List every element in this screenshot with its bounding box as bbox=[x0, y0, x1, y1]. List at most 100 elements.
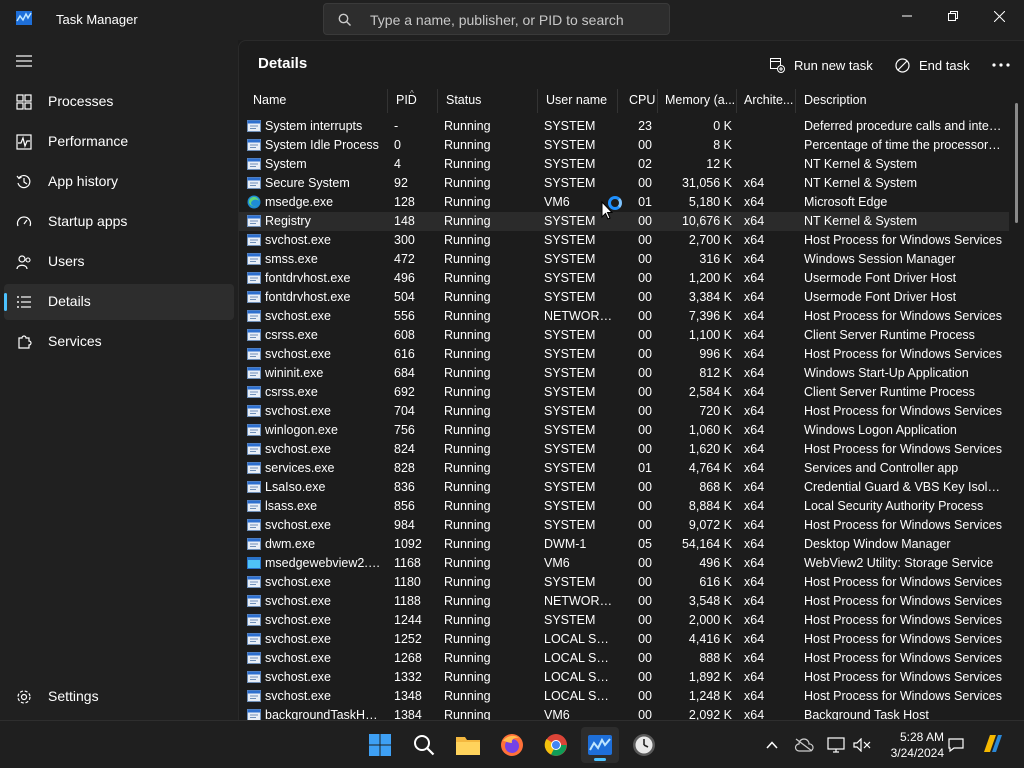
minimize-button[interactable] bbox=[884, 0, 930, 32]
table-row[interactable]: System 4 Running SYSTEM 02 12 K NT Kernel & Sy… bbox=[239, 155, 1009, 174]
taskbar-search-button[interactable] bbox=[405, 727, 443, 763]
run-new-task-button[interactable]: Run new task bbox=[770, 53, 873, 77]
hamburger-menu-icon[interactable] bbox=[16, 54, 32, 68]
taskbar-task-manager[interactable] bbox=[581, 727, 619, 763]
search-placeholder[interactable]: Type a name, publisher, or PID to search bbox=[370, 12, 624, 28]
column-header-memory[interactable]: Memory (a... bbox=[657, 89, 737, 113]
more-options-button[interactable] bbox=[989, 53, 1013, 77]
column-header-name[interactable]: Name bbox=[245, 89, 388, 113]
sidebar-item-details[interactable]: Details bbox=[4, 284, 234, 320]
table-row[interactable]: svchost.exe 1252 Running LOCAL SE... 00 4,416… bbox=[239, 630, 1009, 649]
table-row[interactable]: svchost.exe 824 Running SYSTEM 00 1,620 K x64 H… bbox=[239, 440, 1009, 459]
process-description: Host Process for Windows Services bbox=[804, 518, 1002, 532]
process-status: Running bbox=[444, 480, 491, 494]
process-memory: 9,072 K bbox=[688, 518, 732, 532]
maximize-button[interactable] bbox=[930, 0, 976, 32]
taskbar-firefox[interactable] bbox=[493, 727, 531, 763]
process-description: Desktop Window Manager bbox=[804, 537, 951, 551]
taskbar-chrome[interactable] bbox=[537, 727, 575, 763]
start-button[interactable] bbox=[361, 727, 399, 763]
process-pid: 472 bbox=[394, 252, 415, 266]
process-status: Running bbox=[444, 651, 491, 665]
process-name: Secure System bbox=[265, 176, 350, 190]
column-header-cpu[interactable]: CPU bbox=[621, 89, 658, 113]
task-manager-logo-icon bbox=[16, 11, 32, 25]
table-row[interactable]: csrss.exe 608 Running SYSTEM 00 1,100 K x64 Cli… bbox=[239, 326, 1009, 345]
sidebar-item-label: Performance bbox=[48, 133, 129, 149]
process-status: Running bbox=[444, 366, 491, 380]
table-row[interactable]: svchost.exe 1332 Running LOCAL SE... 00 1,892… bbox=[239, 668, 1009, 687]
table-row[interactable]: services.exe 828 Running SYSTEM 01 4,764 K x64… bbox=[239, 459, 1009, 478]
table-row[interactable]: svchost.exe 984 Running SYSTEM 00 9,072 K x64 H… bbox=[239, 516, 1009, 535]
process-cpu: 00 bbox=[638, 632, 652, 646]
search-box[interactable]: Type a name, publisher, or PID to search bbox=[323, 3, 670, 35]
table-row[interactable]: Registry 148 Running SYSTEM 00 10,676 Kx64 NT … bbox=[239, 212, 1009, 231]
sidebar-item-settings[interactable]: Settings bbox=[4, 679, 234, 715]
column-header-status[interactable]: Status bbox=[438, 89, 538, 113]
sidebar-item-performance[interactable]: Performance bbox=[4, 124, 234, 160]
process-user: SYSTEM bbox=[544, 575, 596, 589]
process-description: Host Process for Windows Services bbox=[804, 309, 1002, 323]
sidebar-item-users[interactable]: Users bbox=[4, 244, 234, 280]
table-row[interactable]: backgroundTaskHos... 1384 Running VM6 00 2,09… bbox=[239, 706, 1009, 721]
table-row[interactable]: svchost.exe 616 Running SYSTEM 00 996 K x64 Hos… bbox=[239, 345, 1009, 364]
taskbar-clock-app[interactable] bbox=[625, 727, 663, 763]
process-pid: 836 bbox=[394, 480, 415, 494]
table-row[interactable]: wininit.exe 684 Running SYSTEM 00 812 K x64 Win… bbox=[239, 364, 1009, 383]
close-button[interactable] bbox=[976, 0, 1022, 32]
column-header-description[interactable]: Description bbox=[796, 89, 1008, 113]
table-row[interactable]: svchost.exe 1268 Running LOCAL SE... 00 888 K… bbox=[239, 649, 1009, 668]
process-architecture: x64 bbox=[744, 594, 765, 608]
table-row[interactable]: System interrupts - Running SYSTEM 23 0 K Defe… bbox=[239, 117, 1009, 136]
table-row[interactable]: fontdrvhost.exe 496 Running SYSTEM 00 1,200 K… bbox=[239, 269, 1009, 288]
table-row[interactable]: LsaIso.exe 836 Running SYSTEM 00 868 K x64 Cred… bbox=[239, 478, 1009, 497]
table-row[interactable]: msedge.exe 128 Running VM6 01 5,180 Kx64 Micro… bbox=[239, 193, 1009, 212]
tray-network[interactable] bbox=[826, 735, 846, 755]
sidebar-item-processes[interactable]: Processes bbox=[4, 84, 234, 120]
process-cpu: 00 bbox=[638, 575, 652, 589]
table-row[interactable]: msedgewebview2.exe 1168 Running VM6 00 496 K x… bbox=[239, 554, 1009, 573]
page-title: Details bbox=[258, 55, 308, 72]
table-row[interactable]: Secure System 92 Running SYSTEM 00 31,056 K x6… bbox=[239, 174, 1009, 193]
sidebar-item-app-history[interactable]: App history bbox=[4, 164, 234, 200]
process-window-icon bbox=[247, 405, 261, 417]
column-header-user-name[interactable]: User name bbox=[538, 89, 618, 113]
table-row[interactable]: smss.exe 472 Running SYSTEM 00 316 K x64 Window… bbox=[239, 250, 1009, 269]
sidebar-item-services[interactable]: Services bbox=[4, 324, 234, 360]
table-row[interactable]: System Idle Process 0 Running SYSTEM 00 8 K Pe… bbox=[239, 136, 1009, 155]
table-row[interactable]: csrss.exe 692 Running SYSTEM 00 2,584 K x64 Cli… bbox=[239, 383, 1009, 402]
table-row[interactable]: svchost.exe 1244 Running SYSTEM 00 2,000 K x64… bbox=[239, 611, 1009, 630]
end-task-button[interactable]: End task bbox=[895, 53, 970, 77]
taskbar-clock[interactable]: 5:28 AM 3/24/2024 bbox=[876, 729, 944, 761]
tray-volume[interactable] bbox=[852, 735, 872, 755]
column-header-architecture[interactable]: Archite... bbox=[736, 89, 796, 113]
process-name: svchost.exe bbox=[265, 309, 332, 323]
vertical-scrollbar[interactable] bbox=[1015, 103, 1018, 223]
table-row[interactable]: svchost.exe 1188 Running NETWORK... 00 3,548 … bbox=[239, 592, 1009, 611]
table-row[interactable]: svchost.exe 1348 Running LOCAL SE... 00 1,248… bbox=[239, 687, 1009, 706]
process-architecture: x64 bbox=[744, 176, 765, 190]
process-cpu: 00 bbox=[638, 518, 652, 532]
process-window-icon bbox=[247, 614, 261, 626]
table-row[interactable]: winlogon.exe 756 Running SYSTEM 00 1,060 K x64… bbox=[239, 421, 1009, 440]
process-description: Windows Logon Application bbox=[804, 423, 957, 437]
copilot-button[interactable] bbox=[980, 732, 1004, 756]
table-row[interactable]: lsass.exe 856 Running SYSTEM 00 8,884 K x64 Loc… bbox=[239, 497, 1009, 516]
table-row[interactable]: dwm.exe 1092 Running DWM-1 05 54,164 K x64 Desk… bbox=[239, 535, 1009, 554]
table-header: Name PID ^ Status User name CPU Memory (… bbox=[239, 89, 1009, 113]
taskbar-file-explorer[interactable] bbox=[449, 727, 487, 763]
process-user: SYSTEM bbox=[544, 271, 596, 285]
table-row[interactable]: svchost.exe 300 Running SYSTEM 00 2,700 K x64 H… bbox=[239, 231, 1009, 250]
process-window-icon bbox=[247, 538, 261, 550]
sidebar-item-startup-apps[interactable]: Startup apps bbox=[4, 204, 234, 240]
table-row[interactable]: svchost.exe 1180 Running SYSTEM 00 616 K x64 Ho… bbox=[239, 573, 1009, 592]
table-row[interactable]: svchost.exe 704 Running SYSTEM 00 720 K x64 Hos… bbox=[239, 402, 1009, 421]
tray-onedrive[interactable] bbox=[794, 735, 814, 755]
notification-button[interactable] bbox=[946, 735, 966, 755]
process-cpu: 00 bbox=[638, 708, 652, 721]
process-architecture: x64 bbox=[744, 214, 765, 228]
table-row[interactable]: fontdrvhost.exe 504 Running SYSTEM 00 3,384 K… bbox=[239, 288, 1009, 307]
tray-overflow-button[interactable] bbox=[762, 735, 782, 755]
process-pid: 504 bbox=[394, 290, 415, 304]
table-row[interactable]: svchost.exe 556 Running NETWORK... 00 7,396 K… bbox=[239, 307, 1009, 326]
